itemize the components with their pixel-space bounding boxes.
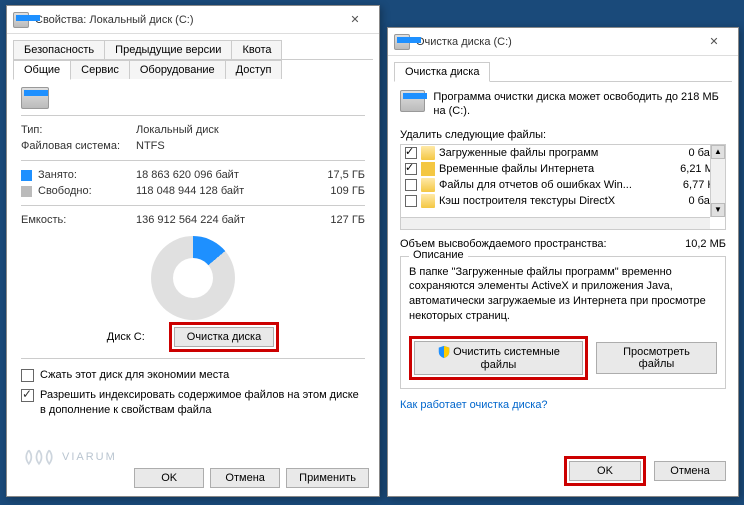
index-checkbox[interactable] — [21, 389, 34, 402]
titlebar: Свойства: Локальный диск (C:) ✕ — [7, 6, 379, 34]
cancel-button[interactable]: Отмена — [654, 461, 726, 481]
disk-c-label: Диск C: — [107, 331, 145, 343]
used-gb: 17,5 ГБ — [310, 169, 365, 181]
file-type-icon — [421, 162, 435, 176]
how-it-works-link[interactable]: Как работает очистка диска? — [400, 399, 548, 411]
file-checkbox[interactable] — [405, 195, 417, 207]
description-title: Описание — [409, 249, 468, 261]
tab-access[interactable]: Доступ — [225, 60, 283, 79]
file-list-item[interactable]: Временные файлы Интернета6,21 МБ — [401, 161, 725, 177]
tabs: Безопасность Предыдущие версии Квота Общ… — [7, 34, 379, 79]
scroll-up-icon[interactable]: ▲ — [711, 145, 725, 159]
file-list-item[interactable]: Кэш построителя текстуры DirectX0 байт — [401, 193, 725, 209]
free-color-icon — [21, 186, 32, 197]
file-type-icon — [421, 194, 435, 208]
cleanup-info: Программа очистки диска может освободить… — [433, 90, 726, 119]
used-bytes: 18 863 620 096 байт — [136, 169, 310, 181]
free-bytes: 118 048 944 128 байт — [136, 185, 310, 197]
tab-security[interactable]: Безопасность — [13, 40, 105, 59]
drive-icon — [394, 34, 410, 50]
file-list-item[interactable]: Загруженные файлы программ0 байт — [401, 145, 725, 161]
index-label: Разрешить индексировать содержимое файло… — [40, 388, 365, 417]
freed-value: 10,2 МБ — [685, 238, 726, 250]
shield-icon — [437, 345, 451, 359]
fs-label: Файловая система: — [21, 140, 136, 152]
window-title: Очистка диска (C:) — [416, 36, 696, 48]
disk-cleanup-button[interactable]: Очистка диска — [174, 327, 274, 347]
watermark: VIARUM — [22, 446, 117, 468]
file-name: Файлы для отчетов об ошибках Win... — [439, 179, 666, 191]
description-group: Описание В папке "Загруженные файлы прог… — [400, 256, 726, 389]
cap-label: Емкость: — [21, 214, 136, 226]
view-files-button[interactable]: Просмотреть файлы — [596, 342, 717, 374]
tab-general[interactable]: Общие — [13, 60, 71, 80]
properties-window: Свойства: Локальный диск (C:) ✕ Безопасн… — [6, 5, 380, 497]
drive-icon — [13, 12, 29, 28]
file-list-item[interactable]: Файлы для отчетов об ошибках Win...6,77 … — [401, 177, 725, 193]
close-icon[interactable]: ✕ — [696, 29, 732, 55]
file-list[interactable]: Загруженные файлы программ0 байтВременны… — [400, 144, 726, 230]
free-gb: 109 ГБ — [310, 185, 365, 197]
highlight-ok: OK — [564, 456, 646, 486]
watermark-logo-icon — [22, 446, 56, 468]
clean-system-files-button[interactable]: Очистить системные файлы — [414, 341, 583, 375]
delete-files-label: Удалить следующие файлы: — [400, 129, 726, 141]
close-icon[interactable]: ✕ — [337, 7, 373, 33]
titlebar: Очистка диска (C:) ✕ — [388, 28, 738, 56]
tab-service[interactable]: Сервис — [70, 60, 130, 79]
file-name: Временные файлы Интернета — [439, 163, 666, 175]
drive-icon — [400, 90, 425, 112]
ok-button[interactable]: OK — [134, 468, 204, 488]
file-checkbox[interactable] — [405, 147, 417, 159]
used-label: Занято: — [21, 169, 136, 181]
type-value: Локальный диск — [136, 124, 365, 136]
cap-bytes: 136 912 564 224 байт — [136, 214, 310, 226]
compress-checkbox[interactable] — [21, 369, 34, 382]
scroll-down-icon[interactable]: ▼ — [711, 203, 725, 217]
file-name: Загруженные файлы программ — [439, 147, 666, 159]
compress-label: Сжать этот диск для экономии места — [40, 368, 229, 382]
cap-gb: 127 ГБ — [310, 214, 365, 226]
fs-value: NTFS — [136, 140, 365, 152]
type-label: Тип: — [21, 124, 136, 136]
usage-pie-chart — [151, 236, 235, 320]
scrollbar-horizontal[interactable] — [401, 217, 710, 229]
apply-button[interactable]: Применить — [286, 468, 369, 488]
tab-quota[interactable]: Квота — [231, 40, 282, 59]
scrollbar-vertical[interactable]: ▲ ▼ — [710, 145, 725, 217]
file-checkbox[interactable] — [405, 179, 417, 191]
file-type-icon — [421, 146, 435, 160]
highlight-clean-sys: Очистить системные файлы — [409, 336, 588, 380]
disk-cleanup-window: Очистка диска (C:) ✕ Очистка диска Прогр… — [387, 27, 739, 497]
tab-prev-versions[interactable]: Предыдущие версии — [104, 40, 232, 59]
drive-icon-large — [21, 87, 49, 109]
file-checkbox[interactable] — [405, 163, 417, 175]
file-name: Кэш построителя текстуры DirectX — [439, 195, 666, 207]
used-color-icon — [21, 170, 32, 181]
window-title: Свойства: Локальный диск (C:) — [35, 14, 337, 26]
ok-button[interactable]: OK — [569, 461, 641, 481]
file-type-icon — [421, 178, 435, 192]
cancel-button[interactable]: Отмена — [210, 468, 280, 488]
free-label: Свободно: — [21, 185, 136, 197]
tab-hardware[interactable]: Оборудование — [129, 60, 226, 79]
highlight-cleanup: Очистка диска — [169, 322, 279, 352]
description-text: В папке "Загруженные файлы программ" вре… — [409, 265, 717, 324]
tab-cleanup[interactable]: Очистка диска — [394, 62, 490, 82]
